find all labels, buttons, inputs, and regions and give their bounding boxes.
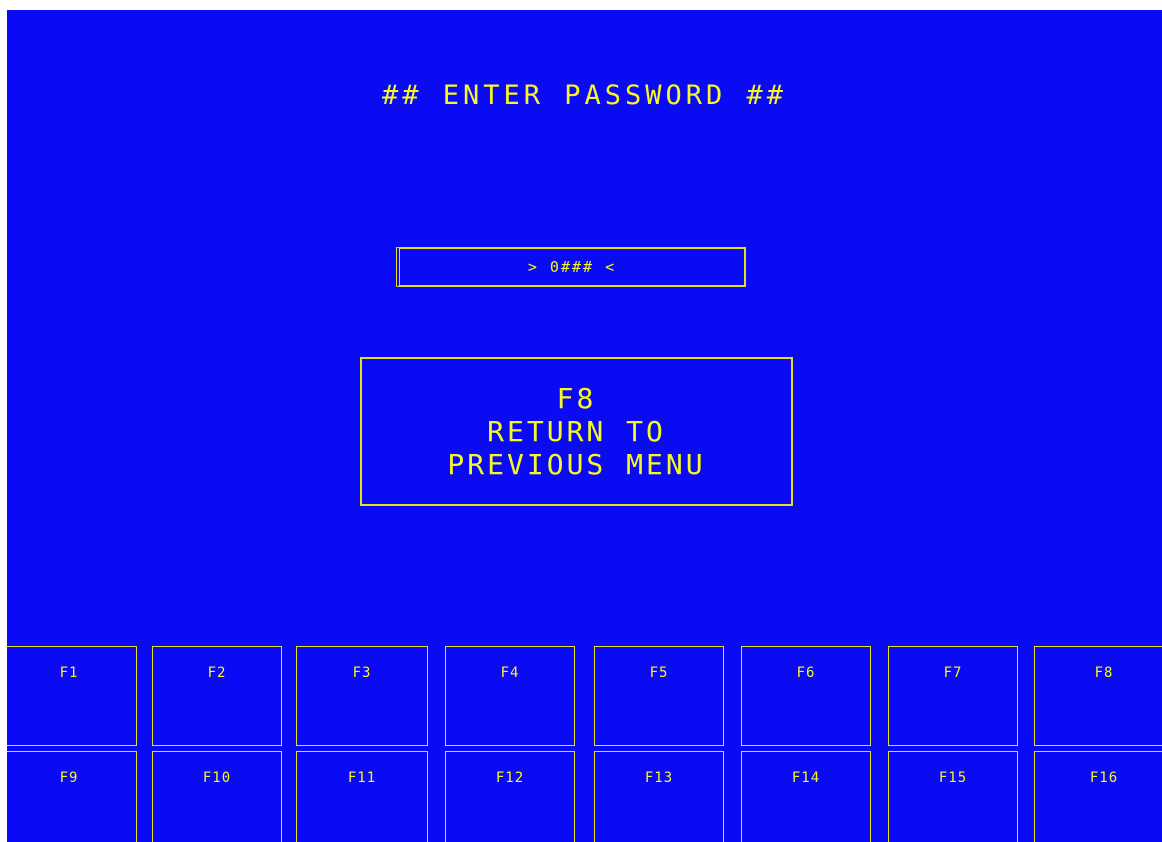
return-button-line1: RETURN TO [487,415,666,448]
function-key-f14[interactable]: F14 [741,751,871,842]
return-to-previous-menu-button[interactable]: F8 RETURN TO PREVIOUS MENU [360,357,793,506]
function-key-f10[interactable]: F10 [152,751,282,842]
function-key-f8[interactable]: F8 [1034,646,1162,746]
password-field[interactable]: > 0### < [396,247,746,287]
function-key-f15[interactable]: F15 [888,751,1018,842]
hmi-screen: ## ENTER PASSWORD ## > 0### < F8 RETURN … [7,10,1162,842]
return-button-line2: PREVIOUS MENU [447,448,706,481]
function-key-f9[interactable]: F9 [7,751,137,842]
function-key-f2[interactable]: F2 [152,646,282,746]
page-title: ## ENTER PASSWORD ## [381,80,788,111]
function-key-f11[interactable]: F11 [296,751,428,842]
return-button-key-label: F8 [556,382,597,415]
function-key-f12[interactable]: F12 [445,751,575,842]
function-key-f13[interactable]: F13 [594,751,724,842]
function-key-f5[interactable]: F5 [594,646,724,746]
function-key-f4[interactable]: F4 [445,646,575,746]
function-key-f3[interactable]: F3 [296,646,428,746]
function-key-f6[interactable]: F6 [741,646,871,746]
function-key-f16[interactable]: F16 [1034,751,1162,842]
function-key-f1[interactable]: F1 [7,646,137,746]
function-key-f7[interactable]: F7 [888,646,1018,746]
